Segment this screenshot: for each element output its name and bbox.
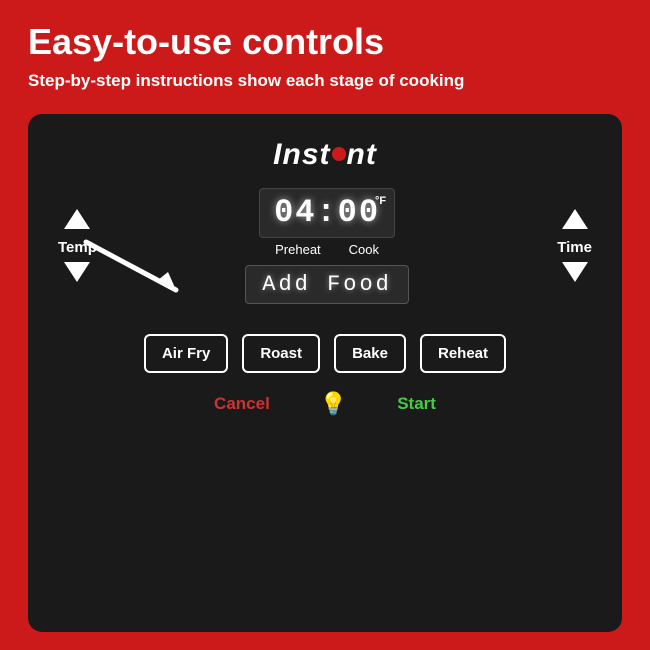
logo-nt: nt: [347, 138, 377, 171]
temp-up-button[interactable]: [64, 209, 90, 229]
temp-label: Temp: [58, 239, 97, 256]
temp-section: Temp: [58, 209, 97, 282]
time-display-box: 04:00 °F: [259, 188, 395, 238]
add-food-text: Add Food: [262, 272, 392, 297]
air-fry-button[interactable]: Air Fry: [144, 334, 228, 373]
display-section: 04:00 °F Preheat Cook Add Food: [245, 188, 409, 304]
start-button[interactable]: Start: [397, 394, 436, 414]
bottom-controls: Cancel 💡 Start: [214, 391, 436, 417]
time-section: Time: [557, 209, 592, 282]
logo-inst: Inst: [273, 138, 330, 171]
instant-logo: Instnt: [273, 138, 377, 172]
function-buttons-row: Air Fry Roast Bake Reheat: [144, 334, 506, 373]
temp-down-button[interactable]: [64, 262, 90, 282]
time-up-button[interactable]: [562, 209, 588, 229]
reheat-button[interactable]: Reheat: [420, 334, 506, 373]
control-panel: Instnt Temp 04:00 °F Preheat: [28, 114, 622, 632]
cancel-button[interactable]: Cancel: [214, 394, 270, 414]
light-icon[interactable]: 💡: [320, 391, 347, 417]
roast-button[interactable]: Roast: [242, 334, 320, 373]
stage-labels: Preheat Cook: [275, 242, 379, 257]
page-subtitle: Step-by-step instructions show each stag…: [28, 70, 622, 92]
cook-label: Cook: [349, 242, 379, 257]
page-title: Easy-to-use controls: [28, 22, 622, 62]
bake-button[interactable]: Bake: [334, 334, 406, 373]
time-down-button[interactable]: [562, 262, 588, 282]
time-label: Time: [557, 239, 592, 256]
page-container: Easy-to-use controls Step-by-step instru…: [0, 0, 650, 650]
add-food-display: Add Food: [245, 265, 409, 304]
logo-circle: [332, 147, 346, 161]
preheat-label: Preheat: [275, 242, 321, 257]
temp-unit: °F: [375, 195, 386, 207]
time-digits: 04:00: [274, 197, 380, 229]
